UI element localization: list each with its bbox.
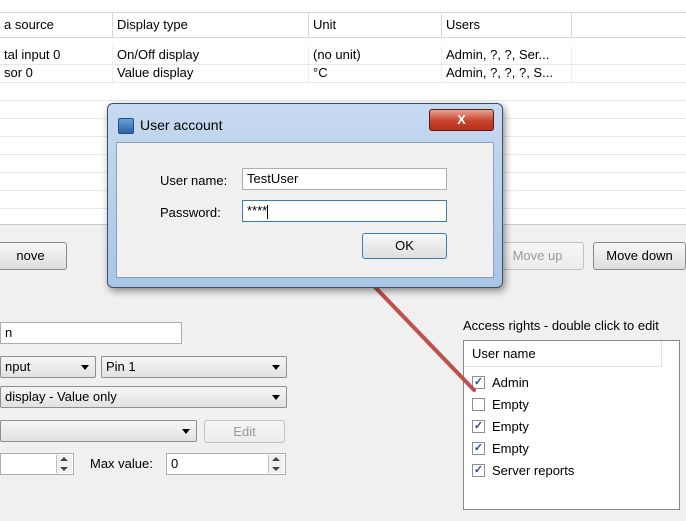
user-account-icon <box>118 118 134 134</box>
dialog-body: User name: TestUser Password: **** OK <box>116 142 494 278</box>
ok-button[interactable]: OK <box>362 233 447 259</box>
password-value: **** <box>247 203 268 218</box>
username-label: User name: <box>160 173 228 188</box>
password-input[interactable]: **** <box>242 200 447 222</box>
user-account-dialog: User account X User name: TestUser Passw… <box>107 103 503 288</box>
dialog-title: User account <box>140 117 223 133</box>
text-cursor <box>267 204 269 219</box>
close-button[interactable]: X <box>429 109 494 131</box>
password-label: Password: <box>160 205 221 220</box>
username-input[interactable]: TestUser <box>242 168 447 190</box>
